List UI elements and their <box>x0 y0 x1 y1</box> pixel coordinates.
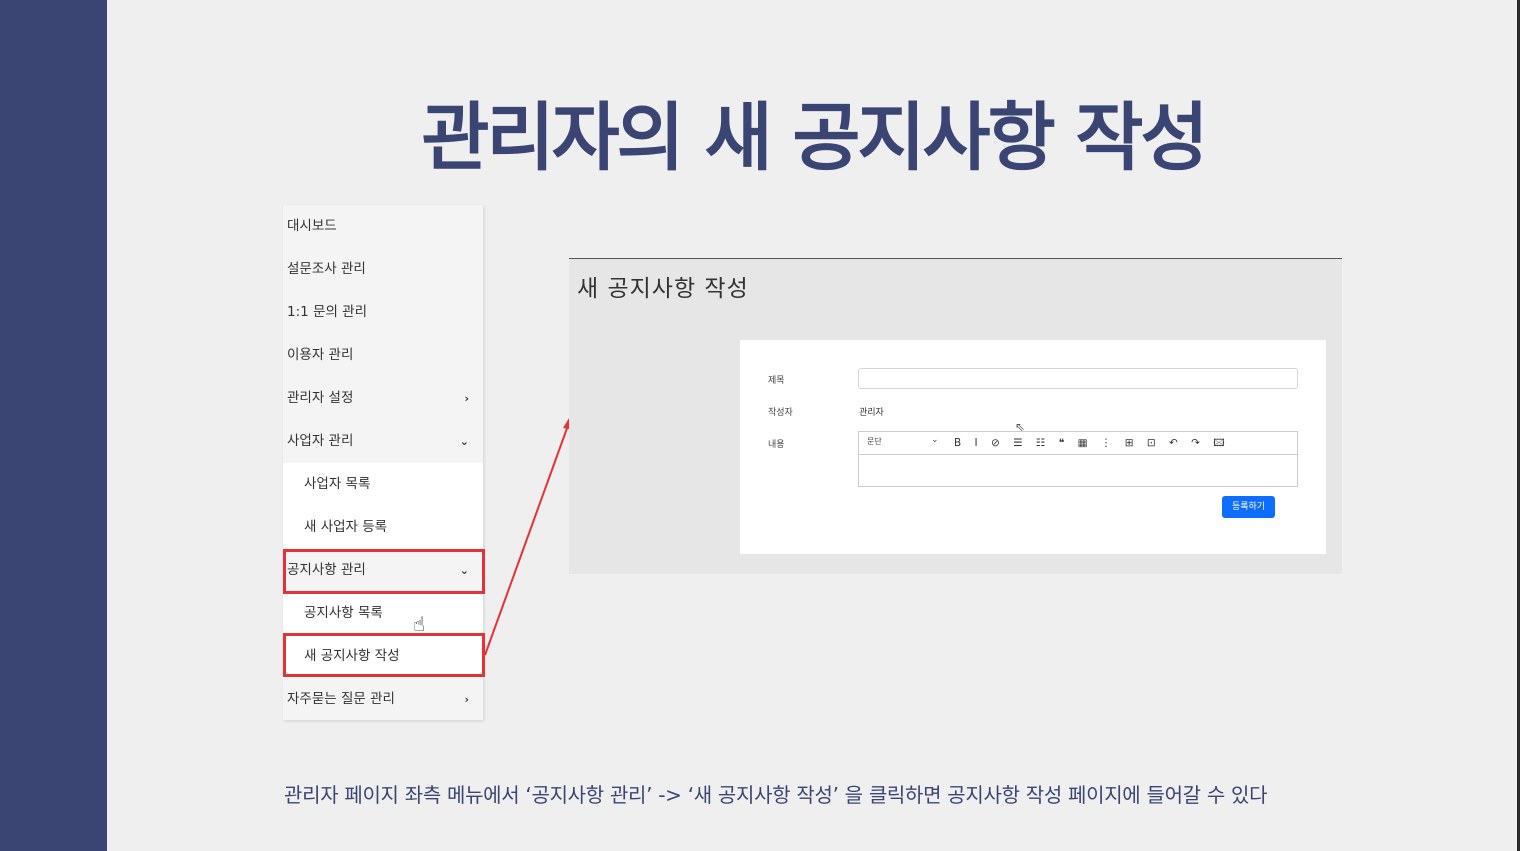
author-value: 관리자 <box>859 408 884 418</box>
editor-toolbar: 문단 ⌄ B I ⊘ ☰ ☷ ❝ ▦ ⋮ ⊞ ⊡ ↶ ↷ 🖾 <box>859 432 1297 455</box>
page-title: 새 공지사항 작성 <box>577 276 749 302</box>
new-notice-screenshot: 새 공지사항 작성 제목 작성자 관리자 ⇖ 내용 문단 ⌄ B I ⊘ ☰ ☷… <box>569 258 1342 574</box>
toolbar-icons[interactable]: B I ⊘ ☰ ☷ ❝ ▦ ⋮ ⊞ ⊡ ↶ ↷ 🖾 <box>954 435 1230 453</box>
title-input[interactable] <box>858 368 1298 389</box>
content-label: 내용 <box>768 440 785 450</box>
slide-caption: 관리자 페이지 좌측 메뉴에서 ‘공지사항 관리’ -> ‘새 공지사항 작성’… <box>284 783 1268 807</box>
author-label: 작성자 <box>768 408 793 418</box>
paragraph-select[interactable]: 문단 <box>867 436 882 447</box>
submit-button[interactable]: 등록하기 <box>1222 496 1275 518</box>
notice-form-card: 제목 작성자 관리자 ⇖ 내용 문단 ⌄ B I ⊘ ☰ ☷ ❝ ▦ ⋮ ⊞ ⊡… <box>740 340 1326 554</box>
content-editor[interactable]: 문단 ⌄ B I ⊘ ☰ ☷ ❝ ▦ ⋮ ⊞ ⊡ ↶ ↷ 🖾 <box>858 431 1298 487</box>
chevron-down-icon[interactable]: ⌄ <box>931 435 939 445</box>
title-label: 제목 <box>768 376 785 386</box>
